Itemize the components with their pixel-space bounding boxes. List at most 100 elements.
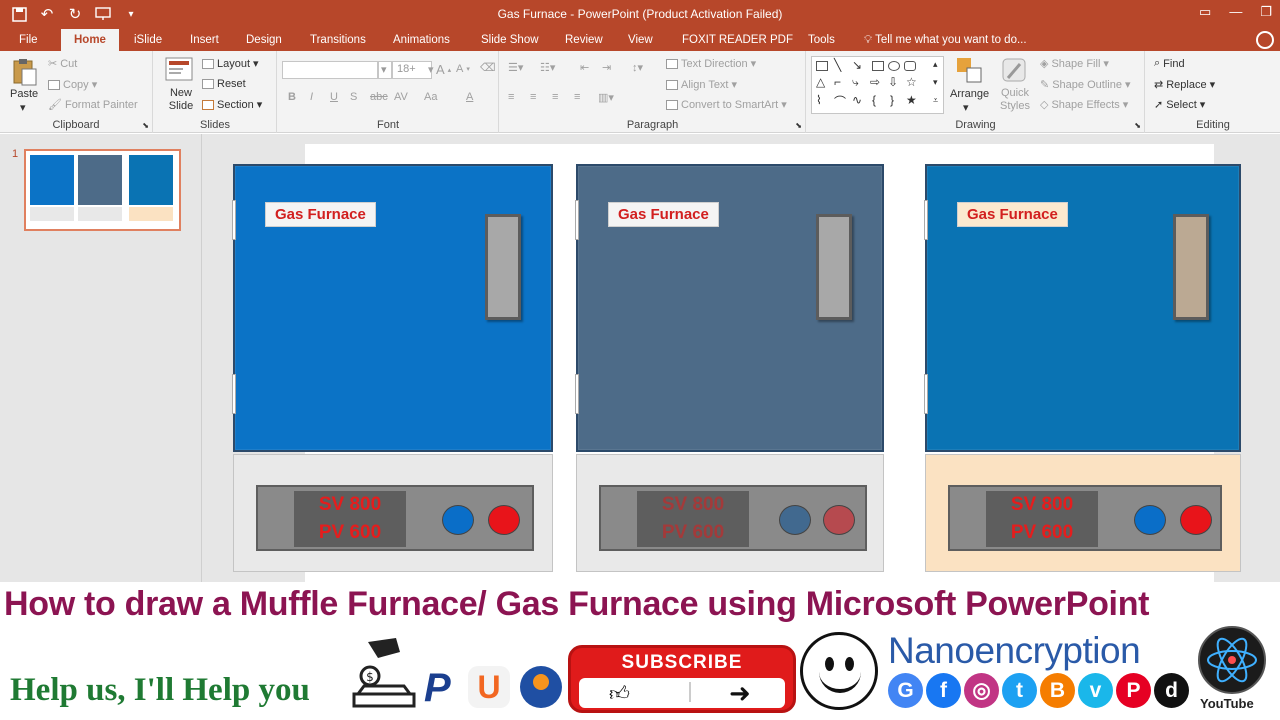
tab-tools[interactable]: Tools [808,29,835,51]
copy-button[interactable]: Copy ▾ [48,78,97,91]
numbering-icon[interactable]: ☷▾ [540,61,555,74]
tab-file[interactable]: File [19,29,38,51]
format-painter-button[interactable]: 🖌︎ Format Painter [48,98,138,112]
arrow-line-shape-icon[interactable]: ↘ [852,58,862,72]
font-size-dropdown-icon[interactable]: ▾ [428,63,434,76]
furnace-base[interactable]: SV 800 PV 600 [576,454,884,572]
underline-button[interactable]: U [330,91,338,103]
quick-styles-button[interactable]: Quick Styles [999,87,1031,113]
convert-smartart-button[interactable]: Convert to SmartArt ▾ [666,98,787,111]
wave-shape-icon[interactable]: ∿ [852,93,862,107]
tab-slide-show[interactable]: Slide Show [481,29,539,51]
reset-button[interactable]: Reset [202,78,246,90]
shape-outline-button[interactable]: ✎ Shape Outline ▾ [1040,78,1130,92]
star-shape-icon[interactable]: ☆ [906,75,917,89]
dialog-launcher-icon[interactable]: ⬊ [142,121,149,130]
control-panel[interactable]: SV 800 PV 600 [599,485,867,551]
furnace-door[interactable]: Gas Furnace [575,164,884,452]
oval-shape-icon[interactable] [888,61,900,71]
strikethrough-button[interactable]: abc [370,91,388,103]
star-filled-icon[interactable]: ★ [906,93,917,107]
temperature-display[interactable]: SV 800 PV 600 [294,491,406,547]
new-slide-button[interactable]: New Slide [166,87,196,113]
gallery-more-icon[interactable]: ⩡ [933,95,938,106]
replace-button[interactable]: ⇄ Replace ▾ [1154,78,1215,92]
tab-transitions[interactable]: Transitions [310,29,366,51]
tab-foxit-reader[interactable]: FOXIT READER PDF [682,29,793,51]
red-button[interactable] [1180,505,1212,535]
furnace-base[interactable]: SV 800 PV 600 [233,454,553,572]
furnace-door[interactable]: Gas Furnace [232,164,553,452]
arc-shape-icon[interactable]: ⌒ [834,93,846,110]
red-button[interactable] [488,505,520,535]
slide-thumbnail[interactable] [24,149,181,231]
door-handle[interactable] [816,214,852,320]
blogger-icon[interactable]: B [1040,673,1075,708]
align-left-icon[interactable]: ≡ [508,91,514,103]
increase-indent-icon[interactable]: ⇥ [602,61,611,74]
tab-view[interactable]: View [628,29,653,51]
door-handle[interactable] [1173,214,1209,320]
blue-button[interactable] [1134,505,1166,535]
section-button[interactable]: Section ▾ [202,98,262,111]
restore-icon[interactable]: ❐ [1260,4,1272,20]
brace-left-icon[interactable]: { [872,93,876,107]
find-button[interactable]: ⌕ Find [1154,57,1185,70]
new-slide-icon[interactable] [164,56,194,86]
temperature-display[interactable]: SV 800 PV 600 [637,491,749,547]
tab-design[interactable]: Design [246,29,282,51]
subscribe-button[interactable]: SUBSCRIBE 👍︎ ➜ [568,645,796,713]
layout-button[interactable]: Layout ▾ [202,57,259,70]
shape-fill-button[interactable]: ◈ Shape Fill ▾ [1040,57,1109,71]
tab-review[interactable]: Review [565,29,603,51]
arrange-icon[interactable] [955,56,985,86]
block-arrow-right-icon[interactable]: ⇨ [870,75,880,89]
google-icon[interactable]: G [888,673,923,708]
bullets-icon[interactable]: ☰▾ [508,61,523,74]
paste-button[interactable]: Paste [10,88,38,100]
rounded-rect-shape-icon[interactable] [904,61,916,71]
grow-font-icon[interactable]: A ▴ [436,62,451,77]
furnace-label[interactable]: Gas Furnace [265,202,376,227]
italic-button[interactable]: I [310,91,313,103]
align-center-icon[interactable]: ≡ [530,91,536,103]
gallery-down-icon[interactable]: ▾ [933,77,938,88]
elbow-connector-icon[interactable]: ⌐ [834,75,841,89]
align-right-icon[interactable]: ≡ [552,91,558,103]
furnace-base[interactable]: SV 800 PV 600 [925,454,1241,572]
door-handle[interactable] [485,214,521,320]
dialog-launcher-icon[interactable]: ⬊ [1134,121,1141,130]
furnace-2[interactable]: Gas Furnace SV 800 PV 600 [575,164,884,572]
shadow-button[interactable]: S [350,91,357,103]
furnace-label[interactable]: Gas Furnace [957,202,1068,227]
blue-button[interactable] [442,505,474,535]
temperature-display[interactable]: SV 800 PV 600 [986,491,1098,547]
character-spacing-button[interactable]: AV [394,91,408,103]
user-icon[interactable] [1256,31,1274,49]
shrink-font-icon[interactable]: A ▾ [456,63,470,75]
control-panel[interactable]: SV 800 PV 600 [948,485,1222,551]
tab-islide[interactable]: iSlide [134,29,162,51]
paste-icon[interactable] [10,57,40,87]
change-case-button[interactable]: Aa [424,91,437,103]
brace-right-icon[interactable]: } [890,93,894,107]
minimize-icon[interactable]: — [1229,4,1242,20]
select-button[interactable]: ➚ Select ▾ [1154,98,1205,112]
font-size-input[interactable]: 18+ [392,61,432,79]
font-color-button[interactable]: A [466,91,473,103]
instagram-icon[interactable]: ◎ [964,673,999,708]
cut-button[interactable]: ✂ Cut [48,57,77,71]
furnace-3[interactable]: Gas Furnace SV 800 PV 600 [924,164,1241,572]
furnace-1[interactable]: Gas Furnace SV 800 PV 600 [232,164,553,572]
text-direction-button[interactable]: Text Direction ▾ [666,57,756,70]
columns-icon[interactable]: ▥▾ [598,91,614,104]
font-name-dropdown-icon[interactable]: ▾ [378,61,392,79]
arrange-button[interactable]: Arrange [950,88,989,100]
font-name-input[interactable] [282,61,378,79]
control-panel[interactable]: SV 800 PV 600 [256,485,534,551]
line-shape-icon[interactable]: ╲ [834,58,841,72]
dailymotion-icon[interactable]: d [1154,673,1189,708]
pinterest-icon[interactable]: P [1116,673,1151,708]
tell-me-box[interactable]: 💡︎ Tell me what you want to do... [864,29,1027,51]
tab-home[interactable]: Home [61,29,119,51]
